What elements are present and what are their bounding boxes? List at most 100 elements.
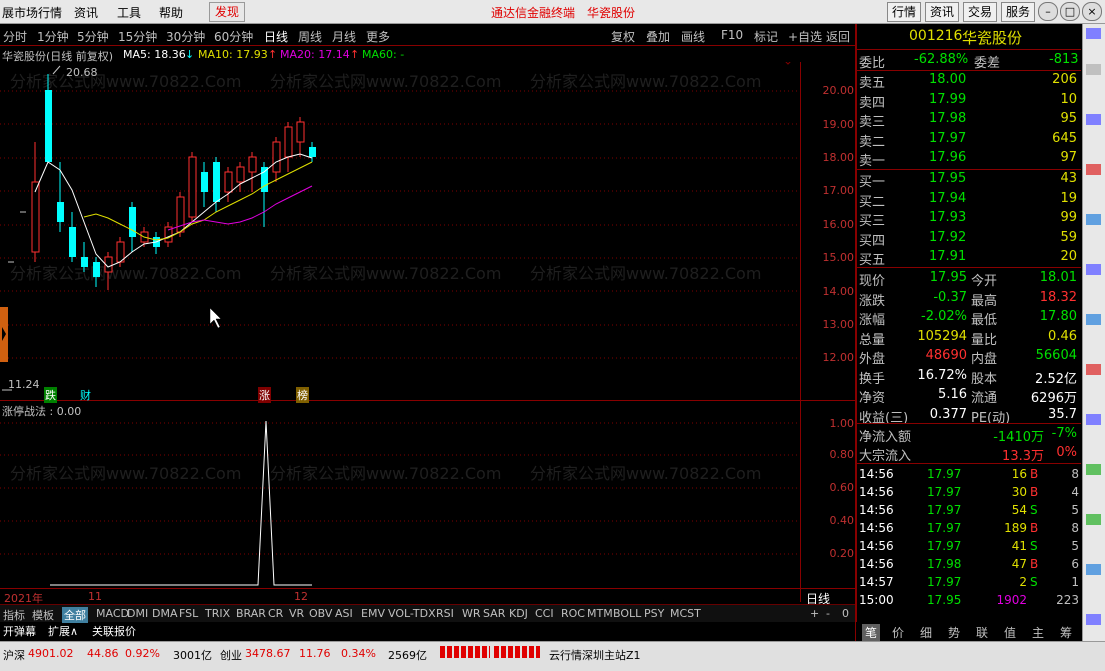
tab-cci[interactable]: CCI [535, 607, 554, 620]
news-button[interactable]: 资讯 [925, 2, 959, 22]
menu-market[interactable]: 展市场行情 [2, 4, 62, 21]
zoom-in-button[interactable]: + [810, 607, 819, 620]
quote-cell: 59 [1060, 229, 1077, 245]
sidebar-icon[interactable] [1086, 514, 1101, 525]
period-tab-30min[interactable]: 30分钟 [166, 28, 205, 45]
period-tab-more[interactable]: 更多 [366, 28, 390, 45]
sidebar-icon[interactable] [1086, 28, 1101, 39]
menu-tools[interactable]: 工具 [117, 4, 141, 21]
menu-discover[interactable]: 发现 [209, 2, 246, 22]
sidebar-icon[interactable] [1086, 214, 1101, 225]
tab-boll[interactable]: BOLL [613, 607, 641, 620]
candlestick-chart[interactable] [0, 62, 800, 400]
mark-button[interactable]: 标记 [754, 28, 778, 45]
market-button[interactable]: 行情 [887, 2, 921, 22]
tab-template[interactable]: 模板 [32, 607, 54, 623]
period-tab-monthly[interactable]: 月线 [332, 28, 356, 45]
tab-value[interactable]: 值 [1004, 624, 1016, 641]
sidebar-icon[interactable] [1086, 564, 1101, 575]
zoom-out-button[interactable]: - [826, 607, 830, 620]
tab-trades[interactable]: 笔 [862, 624, 881, 641]
tick-row[interactable]: 14:56 17.97 30 B 4 [859, 484, 1081, 502]
period-tab-5min[interactable]: 5分钟 [77, 28, 109, 45]
quote-cell: 30 [1011, 485, 1027, 499]
tab-vr[interactable]: VR [289, 607, 304, 620]
tab-kdj[interactable]: KDJ [509, 607, 528, 620]
tab-fsl[interactable]: FSL [179, 607, 198, 620]
extend-toggle[interactable]: 扩展∧ [48, 623, 78, 639]
sidebar-icon[interactable] [1086, 464, 1101, 475]
minimize-icon[interactable]: – [1038, 2, 1058, 21]
tab-related[interactable]: 联 [976, 624, 988, 641]
index-sh-label[interactable]: 沪深 [3, 647, 25, 663]
tab-macd[interactable]: MACD [96, 607, 129, 620]
trade-button[interactable]: 交易 [963, 2, 997, 22]
back-button[interactable]: 返回 [826, 28, 850, 45]
tab-dmi[interactable]: DMI [127, 607, 148, 620]
danmaku-toggle[interactable]: 开弹幕 [3, 623, 36, 639]
menu-help[interactable]: 帮助 [159, 4, 183, 21]
sidebar-icon[interactable] [1086, 64, 1101, 75]
tab-indicator[interactable]: 指标 [3, 607, 25, 623]
tab-psy[interactable]: PSY [644, 607, 664, 620]
tab-asi[interactable]: ASI [335, 607, 353, 620]
menu-info[interactable]: 资讯 [74, 4, 98, 21]
quote-cell: 17.91 [929, 249, 967, 264]
tab-main[interactable]: 主 [1032, 624, 1044, 641]
sidebar-icon[interactable] [1086, 314, 1101, 325]
tab-detail[interactable]: 细 [920, 624, 932, 641]
tab-trend[interactable]: 势 [948, 624, 960, 641]
period-tab-weekly[interactable]: 周线 [298, 28, 322, 45]
period-tab-1min[interactable]: 1分钟 [37, 28, 69, 45]
overlay-button[interactable]: 叠加 [646, 28, 670, 45]
tick-row[interactable]: 15:00 17.95 1902 223 [859, 592, 1081, 610]
period-tab-60min[interactable]: 60分钟 [214, 28, 253, 45]
quote-cell: 17.95 [929, 270, 967, 285]
tab-brar[interactable]: BRAR [236, 607, 266, 620]
related-quote-button[interactable]: 关联报价 [92, 623, 136, 639]
indicator-chart[interactable] [0, 401, 800, 588]
sidebar-icon[interactable] [1086, 164, 1101, 175]
tab-chips[interactable]: 筹 [1060, 624, 1072, 641]
reset-button[interactable]: 0 [842, 607, 849, 620]
sidebar-icon[interactable] [1086, 414, 1101, 425]
add-watchlist-button[interactable]: +自选 [788, 28, 822, 45]
sidebar-icon[interactable] [1086, 614, 1101, 625]
tab-obv[interactable]: OBV [309, 607, 332, 620]
draw-button[interactable]: 画线 [681, 28, 705, 45]
tab-wr[interactable]: WR [462, 607, 481, 620]
tick-row[interactable]: 14:57 17.97 2 S 1 [859, 574, 1081, 592]
period-tab-realtime[interactable]: 分时 [3, 28, 27, 45]
quote-cell: 14:56 [859, 503, 894, 517]
tick-row[interactable]: 14:56 17.97 16 B 8 [859, 466, 1081, 484]
tab-roc[interactable]: ROC [561, 607, 585, 620]
tab-trix[interactable]: TRIX [205, 607, 230, 620]
period-tab-daily[interactable]: 日线 [264, 28, 288, 45]
tick-row[interactable]: 14:56 17.97 54 S 5 [859, 502, 1081, 520]
tab-rsi[interactable]: RSI [436, 607, 454, 620]
tab-emv[interactable]: EMV [361, 607, 385, 620]
f10-button[interactable]: F10 [721, 28, 743, 42]
tab-vol-tdx[interactable]: VOL-TDX [388, 607, 436, 620]
close-icon[interactable]: × [1082, 2, 1102, 21]
tick-row[interactable]: 14:56 17.97 41 S 5 [859, 538, 1081, 556]
tick-row[interactable]: 14:56 17.97 189 B 8 [859, 520, 1081, 538]
sidebar-icon[interactable] [1086, 114, 1101, 125]
period-tab-15min[interactable]: 15分钟 [118, 28, 157, 45]
tab-mcst[interactable]: MCST [670, 607, 701, 620]
tab-dma[interactable]: DMA [152, 607, 178, 620]
sidebar-icon[interactable] [1086, 264, 1101, 275]
tab-sar[interactable]: SAR [483, 607, 505, 620]
sidebar-icon[interactable] [1086, 364, 1101, 375]
quote-cell: 17.97 [929, 130, 967, 146]
maximize-icon[interactable]: □ [1060, 2, 1080, 21]
server-status[interactable]: 云行情深圳主站Z1 [549, 647, 641, 663]
adjust-button[interactable]: 复权 [611, 28, 635, 45]
tick-row[interactable]: 14:56 17.98 47 B 6 [859, 556, 1081, 574]
tab-all[interactable]: 全部 [62, 607, 88, 623]
service-button[interactable]: 服务 [1001, 2, 1035, 22]
tab-price[interactable]: 价 [892, 624, 904, 641]
tab-mtm[interactable]: MTM [587, 607, 613, 620]
tab-cr[interactable]: CR [268, 607, 283, 620]
index-cy-label[interactable]: 创业 [220, 647, 242, 663]
